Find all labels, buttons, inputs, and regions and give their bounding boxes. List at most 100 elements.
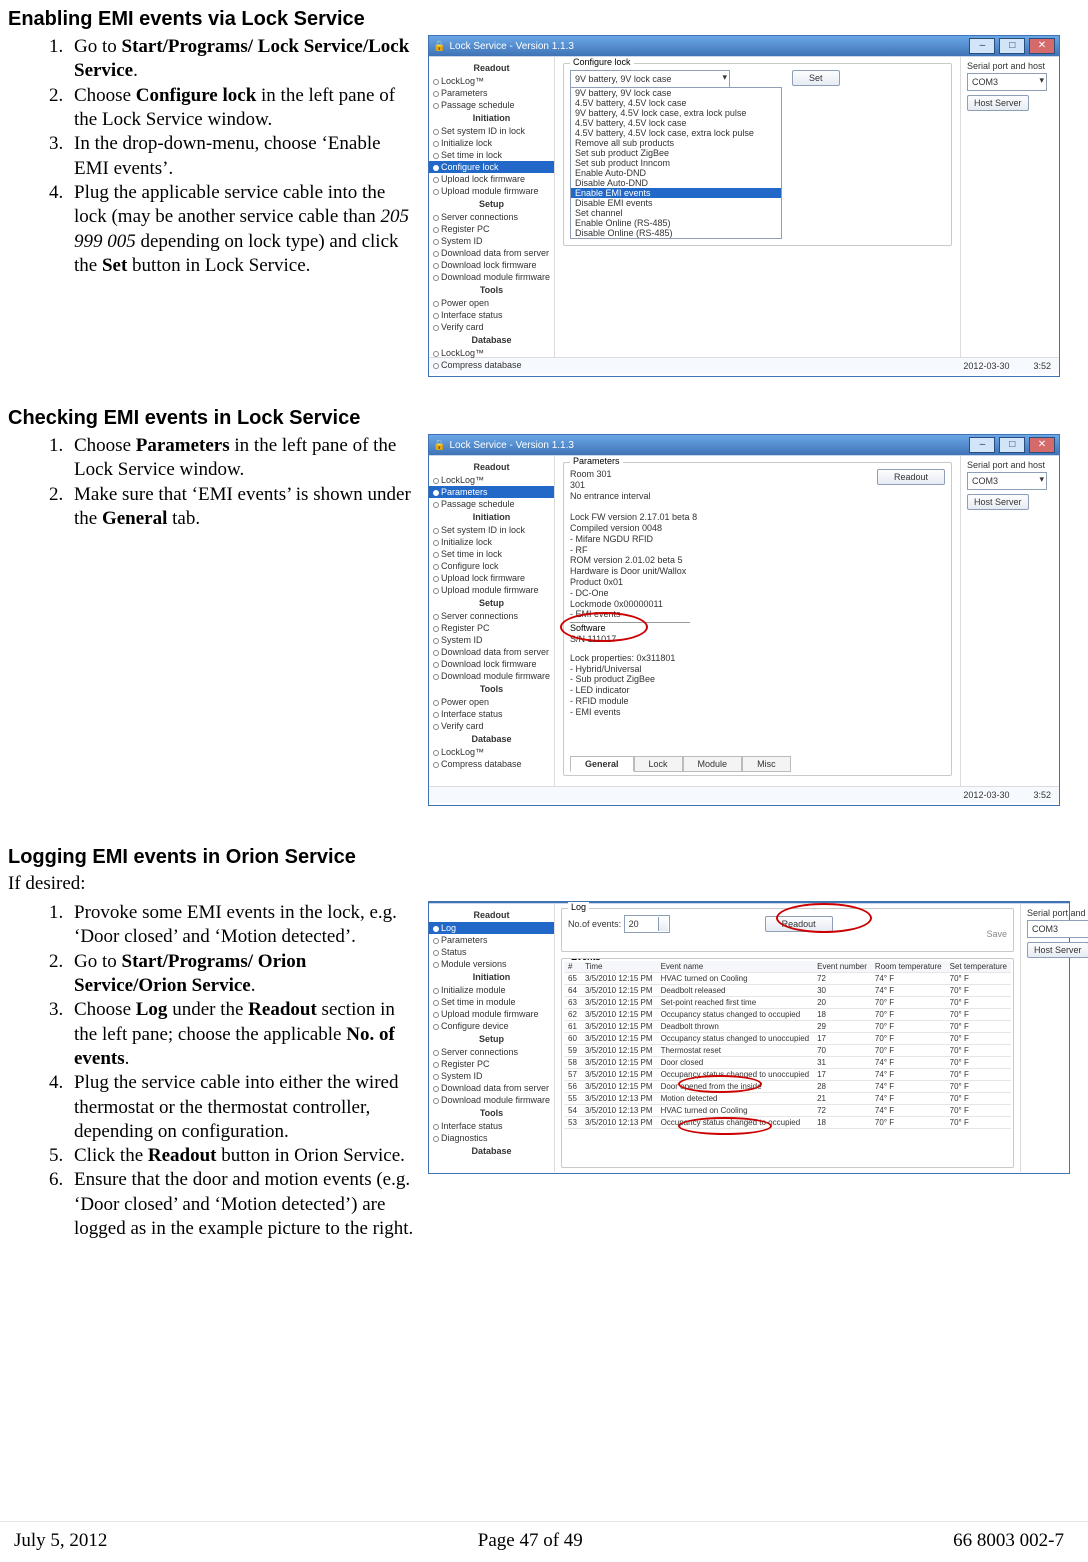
left-pane-item[interactable]: Server connections	[429, 610, 554, 622]
left-pane-item[interactable]: Status	[429, 946, 554, 958]
dropdown-option[interactable]: Disable EMI events	[571, 198, 781, 208]
table-row: 613/5/2010 12:15 PMDeadbolt thrown2970° …	[564, 1021, 1011, 1033]
dropdown-option[interactable]: Enable Auto-DND	[571, 168, 781, 178]
dropdown-option[interactable]: Enable Online (RS-485)	[571, 218, 781, 228]
dropdown-option[interactable]: 9V battery, 9V lock case	[571, 88, 781, 98]
left-pane-item[interactable]: Upload module firmware	[429, 1008, 554, 1020]
left-pane-item[interactable]: System ID	[429, 1070, 554, 1082]
left-pane-item[interactable]: Register PC	[429, 622, 554, 634]
left-pane-item[interactable]: LockLog™	[429, 75, 554, 87]
orion-service-window: Readout LogParametersStatusModule version…	[428, 901, 1070, 1174]
left-pane-item[interactable]: Initialize lock	[429, 536, 554, 548]
dropdown-option[interactable]: Set sub product ZigBee	[571, 148, 781, 158]
left-pane-item[interactable]: Upload lock firmware	[429, 572, 554, 584]
left-pane-item[interactable]: Log	[429, 922, 554, 934]
left-pane-item[interactable]: Set time in lock	[429, 149, 554, 161]
left-pane-item[interactable]: Register PC	[429, 223, 554, 235]
dropdown-option[interactable]: 4.5V battery, 4.5V lock case	[571, 98, 781, 108]
left-pane-item[interactable]: Upload module firmware	[429, 185, 554, 197]
host-server-button[interactable]: Host Server	[967, 494, 1029, 510]
left-pane-item[interactable]: Diagnostics	[429, 1132, 554, 1144]
left-pane-item[interactable]: LockLog™	[429, 347, 554, 359]
tab-misc[interactable]: Misc	[742, 756, 791, 772]
close-button[interactable]: ✕	[1029, 437, 1055, 453]
com-port-dropdown[interactable]: COM3	[1027, 920, 1088, 938]
left-pane-item[interactable]: Download data from server	[429, 1082, 554, 1094]
left-pane-item[interactable]: LockLog™	[429, 746, 554, 758]
set-button[interactable]: Set	[792, 70, 840, 86]
left-pane-item[interactable]: Initialize module	[429, 984, 554, 996]
configure-lock-dropdown[interactable]: 9V battery, 9V lock case	[570, 70, 730, 88]
left-pane-item[interactable]: Upload module firmware	[429, 584, 554, 596]
minimize-button[interactable]: –	[969, 38, 995, 54]
left-pane-item[interactable]: Download module firmware	[429, 670, 554, 682]
left-pane-item[interactable]: Verify card	[429, 720, 554, 732]
left-pane-item[interactable]: Download lock firmware	[429, 259, 554, 271]
readout-button[interactable]: Readout	[765, 916, 833, 932]
left-pane-item[interactable]: Set system ID in lock	[429, 524, 554, 536]
left-pane-item[interactable]: Power open	[429, 696, 554, 708]
left-pane-item[interactable]: Power open	[429, 297, 554, 309]
left-pane-item[interactable]: Parameters	[429, 87, 554, 99]
host-server-button[interactable]: Host Server	[967, 95, 1029, 111]
tab-lock[interactable]: Lock	[634, 756, 683, 772]
dropdown-option[interactable]: Remove all sub products	[571, 138, 781, 148]
readout-button[interactable]: Readout	[877, 469, 945, 485]
left-pane-item[interactable]: Server connections	[429, 211, 554, 223]
left-pane-item[interactable]: Download data from server	[429, 646, 554, 658]
tab-general[interactable]: General	[570, 756, 634, 772]
left-pane-item[interactable]: Compress database	[429, 359, 554, 371]
left-pane-item[interactable]: Initialize lock	[429, 137, 554, 149]
left-pane-item[interactable]: LockLog™	[429, 474, 554, 486]
right-pane: Parameters Room 301 301 No entrance inte…	[555, 456, 960, 786]
left-pane-item[interactable]: Register PC	[429, 1058, 554, 1070]
left-pane-item[interactable]: Download lock firmware	[429, 658, 554, 670]
com-port-dropdown[interactable]: COM3	[967, 73, 1047, 91]
left-pane-item[interactable]: Compress database	[429, 758, 554, 770]
left-pane-item[interactable]: System ID	[429, 634, 554, 646]
left-pane-item[interactable]: Passage schedule	[429, 498, 554, 510]
left-pane-item[interactable]: Configure lock	[429, 161, 554, 173]
left-pane-item[interactable]: Interface status	[429, 708, 554, 720]
left-pane-item[interactable]: Verify card	[429, 321, 554, 333]
no-of-events-input[interactable]: 20	[624, 915, 670, 933]
left-pane-item[interactable]: Parameters	[429, 486, 554, 498]
left-pane-item[interactable]: Set time in module	[429, 996, 554, 1008]
maximize-button[interactable]: □	[999, 437, 1025, 453]
left-pane-item[interactable]: Download data from server	[429, 247, 554, 259]
close-button[interactable]: ✕	[1029, 38, 1055, 54]
maximize-button[interactable]: □	[999, 38, 1025, 54]
left-pane-item[interactable]: Module versions	[429, 958, 554, 970]
save-link[interactable]: Save	[986, 929, 1007, 939]
dropdown-option[interactable]: Set sub product Inncom	[571, 158, 781, 168]
left-pane-item[interactable]: Parameters	[429, 934, 554, 946]
left-pane-item[interactable]: Interface status	[429, 309, 554, 321]
serial-host-panel: Serial port and host COM3 Host Server	[1020, 904, 1088, 1172]
left-pane-item[interactable]: Download module firmware	[429, 271, 554, 283]
left-pane-group: Initiation	[429, 111, 554, 125]
left-pane-item[interactable]: Interface status	[429, 1120, 554, 1132]
dropdown-option[interactable]: 4.5V battery, 4.5V lock case, extra lock…	[571, 128, 781, 138]
left-pane-item[interactable]: Server connections	[429, 1046, 554, 1058]
configure-lock-dropdown-list[interactable]: 9V battery, 9V lock case4.5V battery, 4.…	[570, 87, 782, 239]
left-pane-item[interactable]: Set time in lock	[429, 548, 554, 560]
host-server-button[interactable]: Host Server	[1027, 942, 1088, 958]
left-pane-item[interactable]: Passage schedule	[429, 99, 554, 111]
section1-image: 🔒 Lock Service - Version 1.1.3 – □ ✕ Rea…	[428, 35, 1068, 377]
left-pane-group: Initiation	[429, 970, 554, 984]
com-port-dropdown[interactable]: COM3	[967, 472, 1047, 490]
dropdown-option[interactable]: 4.5V battery, 4.5V lock case	[571, 118, 781, 128]
dropdown-option[interactable]: Set channel	[571, 208, 781, 218]
left-pane-item[interactable]: Configure lock	[429, 560, 554, 572]
left-pane-item[interactable]: Upload lock firmware	[429, 173, 554, 185]
minimize-button[interactable]: –	[969, 437, 995, 453]
dropdown-option[interactable]: Disable Online (RS-485)	[571, 228, 781, 238]
left-pane-item[interactable]: Set system ID in lock	[429, 125, 554, 137]
tab-module[interactable]: Module	[683, 756, 743, 772]
dropdown-option[interactable]: Enable EMI events	[571, 188, 781, 198]
dropdown-option[interactable]: Disable Auto-DND	[571, 178, 781, 188]
left-pane-item[interactable]: Download module firmware	[429, 1094, 554, 1106]
left-pane-item[interactable]: System ID	[429, 235, 554, 247]
left-pane-item[interactable]: Configure device	[429, 1020, 554, 1032]
dropdown-option[interactable]: 9V battery, 4.5V lock case, extra lock p…	[571, 108, 781, 118]
